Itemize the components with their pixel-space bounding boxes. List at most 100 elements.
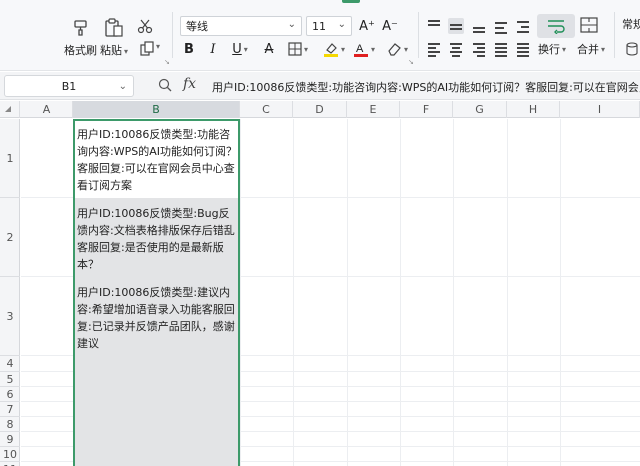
svg-text:A: A: [356, 43, 364, 55]
font-color-button[interactable]: A ▾: [351, 40, 377, 58]
distributed-icon[interactable]: [515, 41, 531, 57]
cut-icon[interactable]: [136, 17, 154, 35]
name-box[interactable]: B1 ⌄: [4, 75, 134, 97]
insert-function-button[interactable]: fx: [183, 76, 196, 92]
align-bottom-icon[interactable]: [471, 18, 487, 34]
row-header-4[interactable]: 4: [0, 356, 20, 372]
fx-icon: fx: [183, 76, 197, 92]
row-header-5[interactable]: 5: [0, 372, 20, 387]
ribbon-divider: [418, 12, 419, 58]
gridline: [507, 119, 508, 466]
gridline: [560, 119, 561, 466]
cell-b2[interactable]: 用户ID:10086反馈类型:Bug反馈内容:文档表格排版保存后错乱客服回复:是…: [75, 205, 239, 273]
paste-label: 粘贴 ▾: [100, 44, 129, 57]
indent-icon[interactable]: [515, 18, 531, 34]
align-right-icon[interactable]: [471, 41, 487, 57]
cell-area[interactable]: 用户ID:10086反馈类型:功能咨询内容:WPS的AI功能如何订阅？客服回复:…: [21, 119, 640, 466]
ribbon-toolbar: 格式刷 粘贴 ▾ ▾ ↘ 等线 ⌄ 11 ⌄ A⁺ A⁻ B I U ▾ A ▾ ▾…: [0, 0, 640, 71]
row-header-8[interactable]: 8: [0, 417, 20, 432]
number-format-value: 常规: [622, 18, 640, 31]
column-header-b[interactable]: B: [73, 101, 240, 118]
row-header-6[interactable]: 6: [0, 387, 20, 402]
font-size-select[interactable]: 11 ⌄: [306, 16, 352, 36]
italic-button[interactable]: I: [206, 40, 220, 58]
row-header-9[interactable]: 9: [0, 432, 20, 447]
row-header-1[interactable]: 1: [0, 119, 20, 198]
gridline: [240, 119, 241, 466]
borders-button[interactable]: ▾: [285, 40, 311, 58]
wrap-text-icon[interactable]: [537, 14, 575, 38]
copy-icon[interactable]: [138, 40, 156, 58]
borders-icon: [288, 42, 302, 56]
paste-button[interactable]: 粘贴 ▾: [100, 18, 128, 58]
merge-cells-button[interactable]: 合并 ▾: [577, 41, 605, 57]
format-painter-button[interactable]: 格式刷: [64, 18, 97, 58]
row-header-10[interactable]: 10: [0, 447, 20, 462]
spreadsheet-grid: A B C D E F G H I 1 2 3 4 5 6 7 8 9 10 1…: [0, 101, 640, 466]
fill-color-button[interactable]: ▾: [320, 40, 348, 58]
orientation-icon[interactable]: [493, 18, 509, 34]
chevron-down-icon: ⌄: [287, 19, 296, 30]
row-header-2[interactable]: 2: [0, 198, 20, 277]
copy-dropdown-icon[interactable]: ▾: [156, 42, 160, 51]
row-headers: 1 2 3 4 5 6 7 8 9 10 11: [0, 119, 20, 466]
eraser-icon: [388, 43, 401, 56]
column-header-i[interactable]: I: [560, 101, 640, 118]
font-name-select[interactable]: 等线 ⌄: [180, 16, 302, 36]
clear-format-button[interactable]: ▾: [384, 40, 410, 58]
gridline: [400, 119, 401, 466]
chevron-down-icon: ⌄: [118, 80, 127, 92]
select-all-button[interactable]: [0, 101, 20, 118]
merge-cells-label: 合并: [577, 43, 599, 56]
underline-icon: U: [232, 41, 242, 57]
shrink-font-button[interactable]: A⁻: [381, 17, 399, 35]
number-format-select[interactable]: 常规: [622, 16, 640, 36]
gridline: [293, 119, 294, 466]
wrap-text-button[interactable]: 换行 ▾: [538, 41, 566, 57]
justify-icon[interactable]: [493, 41, 509, 57]
strikethrough-icon: A: [264, 41, 274, 57]
formula-input[interactable]: 用户ID:10086反馈类型:功能咨询内容:WPS的AI功能如何订阅？客服回复:…: [212, 79, 640, 95]
cell-b3[interactable]: 用户ID:10086反馈类型:建议内容:希望增加语音录入功能客服回复:已记录并反…: [75, 284, 239, 352]
bold-button[interactable]: B: [182, 40, 196, 58]
chevron-down-icon: ⌄: [337, 19, 346, 30]
font-launcher-icon[interactable]: ↘: [408, 58, 414, 66]
strikethrough-button[interactable]: A: [262, 40, 276, 58]
column-header-a[interactable]: A: [21, 101, 73, 118]
clipboard-launcher-icon[interactable]: ↘: [164, 58, 170, 66]
ribbon-divider: [614, 12, 615, 58]
wrap-text-label: 换行: [538, 43, 560, 56]
column-header-g[interactable]: G: [453, 101, 507, 118]
align-top-icon[interactable]: [426, 18, 442, 34]
gridline: [347, 119, 348, 466]
bold-icon: B: [184, 41, 194, 57]
column-header-e[interactable]: E: [347, 101, 400, 118]
column-header-d[interactable]: D: [293, 101, 347, 118]
italic-icon: I: [210, 41, 216, 57]
zoom-icon[interactable]: [158, 78, 172, 96]
grow-font-button[interactable]: A⁺: [358, 17, 376, 35]
gridline: [453, 119, 454, 466]
select-all-icon: [5, 106, 11, 112]
align-middle-icon[interactable]: [448, 18, 464, 34]
row-header-11[interactable]: 11: [0, 462, 20, 466]
font-size-value: 11: [312, 19, 326, 33]
ribbon-divider: [172, 12, 173, 58]
row-header-3[interactable]: 3: [0, 277, 20, 356]
font-color-icon: A: [353, 43, 368, 57]
font-name-value: 等线: [186, 20, 208, 33]
align-center-icon[interactable]: [448, 41, 464, 57]
database-icon[interactable]: [626, 41, 640, 57]
column-header-c[interactable]: C: [240, 101, 293, 118]
merge-cells-icon[interactable]: [580, 17, 600, 35]
cell-b1[interactable]: 用户ID:10086反馈类型:功能咨询内容:WPS的AI功能如何订阅？客服回复:…: [75, 126, 239, 194]
column-header-f[interactable]: F: [400, 101, 453, 118]
format-painter-label: 格式刷: [64, 44, 97, 57]
ribbon-tab-indicator: [342, 0, 360, 3]
row-header-7[interactable]: 7: [0, 402, 20, 417]
align-left-icon[interactable]: [426, 41, 442, 57]
column-header-h[interactable]: H: [507, 101, 560, 118]
underline-button[interactable]: U ▾: [228, 40, 252, 58]
fill-color-icon: [323, 43, 338, 57]
grow-font-icon: A⁺: [359, 18, 375, 34]
